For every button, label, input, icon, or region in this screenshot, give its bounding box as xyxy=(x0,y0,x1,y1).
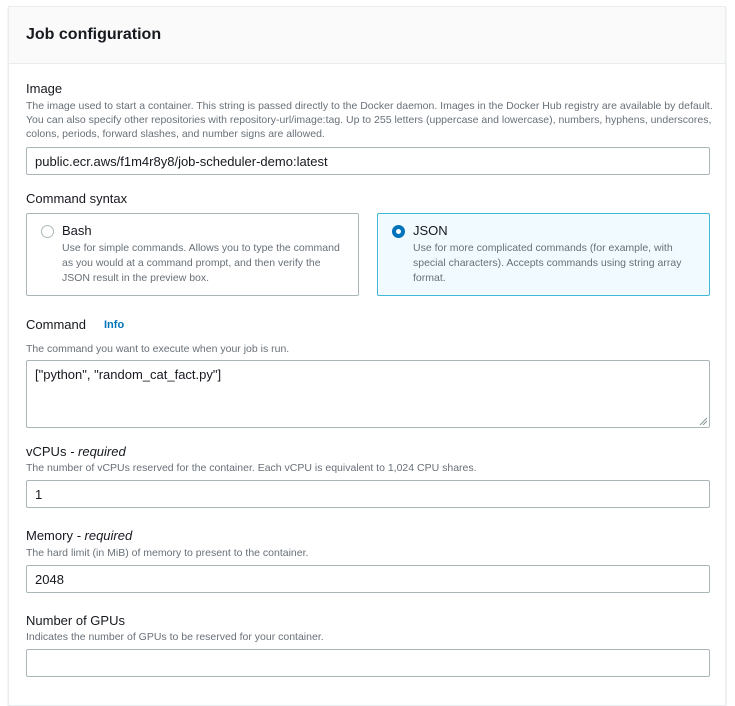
radio-json-description: Use for more complicated commands (for e… xyxy=(413,242,682,284)
image-description: The image used to start a container. Thi… xyxy=(26,100,713,140)
radio-bash-description: Use for simple commands. Allows you to t… xyxy=(62,242,340,284)
gpus-label: Number of GPUs xyxy=(26,613,125,628)
memory-required: - required xyxy=(76,528,133,543)
vcpus-label-text: vCPUs xyxy=(26,444,67,459)
radio-bash[interactable] xyxy=(41,225,54,238)
command-description: The command you want to execute when you… xyxy=(26,343,290,355)
image-label: Image xyxy=(26,81,63,96)
memory-input[interactable] xyxy=(26,565,710,593)
memory-description: The hard limit (in MiB) of memory to pre… xyxy=(26,547,309,559)
command-value: ["python", "random_cat_fact.py"] xyxy=(35,367,222,382)
image-input[interactable] xyxy=(26,147,710,175)
memory-label-text: Memory xyxy=(26,528,73,543)
radio-card-json[interactable]: JSON Use for more complicated commands (… xyxy=(377,213,710,296)
gpus-input[interactable] xyxy=(26,649,710,677)
vcpus-description: The number of vCPUs reserved for the con… xyxy=(26,462,477,474)
panel-title: Job configuration xyxy=(26,26,162,43)
command-textarea[interactable]: ["python", "random_cat_fact.py"] xyxy=(26,360,710,428)
radio-json-label: JSON xyxy=(413,223,448,238)
command-syntax-label: Command syntax xyxy=(26,191,128,206)
memory-label: Memory - required xyxy=(26,528,132,543)
command-label: Command xyxy=(26,317,86,332)
vcpus-required: - required xyxy=(70,444,126,459)
resize-handle-icon[interactable] xyxy=(699,417,707,425)
vcpus-input[interactable] xyxy=(26,480,710,508)
vcpus-label: vCPUs - required xyxy=(26,444,126,459)
radio-card-bash[interactable]: Bash Use for simple commands. Allows you… xyxy=(26,213,359,296)
panel-header: Job configuration xyxy=(9,7,725,64)
radio-json[interactable] xyxy=(392,225,405,238)
command-info-link[interactable]: Info xyxy=(104,319,124,331)
radio-bash-label: Bash xyxy=(62,223,92,238)
gpus-description: Indicates the number of GPUs to be reser… xyxy=(26,631,324,643)
